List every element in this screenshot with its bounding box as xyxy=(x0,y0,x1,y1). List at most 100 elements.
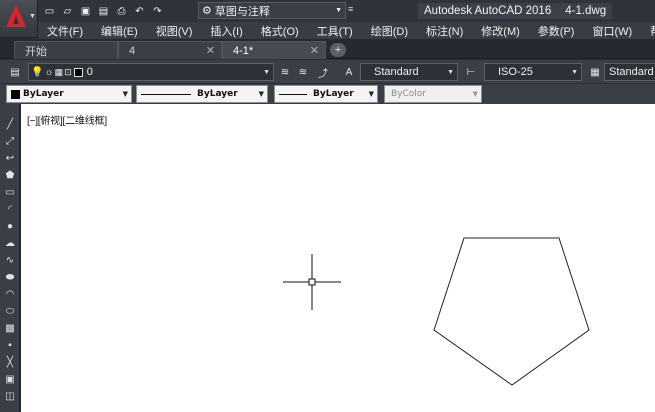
ellipse-arc-icon[interactable]: ◠ xyxy=(3,288,17,301)
menu-dimension[interactable]: 标注(N) xyxy=(417,23,472,39)
text-style-icon[interactable]: A xyxy=(342,65,356,79)
table-style-selector[interactable]: Standard xyxy=(604,63,655,81)
revision-cloud-icon[interactable]: ☁ xyxy=(3,237,17,250)
sun-icon: ☼ xyxy=(44,66,54,78)
tab-label: 4-1* xyxy=(233,44,254,57)
layer-selector[interactable]: 💡 ☼ ▦ ⊡ 0 ▼ xyxy=(28,63,274,81)
line-icon[interactable]: ╱ xyxy=(3,118,17,131)
workspace-label: 草图与注释 xyxy=(214,5,270,18)
chevron-down-icon: ▼ xyxy=(472,90,478,98)
save-icon[interactable]: ▣ xyxy=(78,4,93,19)
match-layer-icon[interactable]: ≋ xyxy=(296,65,310,79)
menu-parametric[interactable]: 参数(P) xyxy=(529,23,584,39)
make-block-icon[interactable]: ▩ xyxy=(3,322,17,335)
point-icon[interactable]: ▪ xyxy=(3,339,17,352)
layer-properties-icon[interactable]: ▤ xyxy=(8,65,22,79)
close-icon[interactable]: ✕ xyxy=(206,44,215,57)
circle-icon[interactable]: ● xyxy=(3,220,17,233)
drawing-canvas[interactable]: [−][俯视][二维线框] xyxy=(21,104,655,412)
menu-window[interactable]: 窗口(W) xyxy=(583,23,641,39)
title-bar: ▼ ▭ ▱ ▣ ▤ ⎙ ↶ ↷ ⚙ 草图与注释 ▼ ≡ Autodesk Aut… xyxy=(0,0,655,38)
file-tab-bar: 开始 4 ✕ 4-1* ✕ + xyxy=(0,39,655,59)
plotstyle-selector: ByColor ▼ xyxy=(384,85,482,103)
customize-qat-icon[interactable]: ≡ xyxy=(348,4,358,18)
application-menu-button[interactable]: ▼ xyxy=(0,0,38,38)
window-title: Autodesk AutoCAD 2016 4-1.dwg xyxy=(418,3,613,19)
new-icon[interactable]: ▭ xyxy=(42,4,57,19)
undo-icon[interactable]: ↶ xyxy=(132,4,147,19)
text-style-value: Standard xyxy=(374,66,419,78)
close-icon[interactable]: ✕ xyxy=(310,44,319,57)
color-selector[interactable]: ByLayer ▼ xyxy=(6,85,132,103)
menu-format[interactable]: 格式(O) xyxy=(252,23,308,39)
dim-style-value: ISO-25 xyxy=(498,66,533,78)
make-current-icon[interactable]: ≋ xyxy=(278,65,292,79)
chevron-down-icon: ▼ xyxy=(29,13,36,20)
dimension-style-selector[interactable]: ISO-25 ▼ xyxy=(484,63,582,81)
lineweight-selector[interactable]: ByLayer ▼ xyxy=(274,85,378,103)
text-style-selector[interactable]: Standard ▼ xyxy=(360,63,458,81)
lock-icon: ⊡ xyxy=(64,66,72,77)
menu-draw[interactable]: 绘图(D) xyxy=(362,23,417,39)
quick-access-toolbar: ▭ ▱ ▣ ▤ ⎙ ↶ ↷ xyxy=(42,3,165,19)
properties-toolbar: ByLayer ▼ ByLayer ▼ ByLayer ▼ ByColor ▼ xyxy=(0,84,655,104)
lineweight-sample xyxy=(279,93,307,95)
open-icon[interactable]: ▱ xyxy=(60,4,75,19)
construction-line-icon[interactable]: ⤢ xyxy=(3,135,17,148)
menu-edit[interactable]: 编辑(E) xyxy=(92,23,147,39)
chevron-down-icon: ▼ xyxy=(368,90,374,98)
redo-icon[interactable]: ↷ xyxy=(150,4,165,19)
print-icon[interactable]: ⎙ xyxy=(114,4,129,19)
chevron-down-icon: ▼ xyxy=(335,7,342,14)
color-value: ByLayer xyxy=(23,89,64,99)
tab-drawing-4-1[interactable]: 4-1* ✕ xyxy=(222,41,326,59)
previous-layer-icon[interactable]: ⤴ xyxy=(316,65,330,80)
ellipse-icon[interactable]: ⬬ xyxy=(3,271,17,284)
gradient-icon[interactable]: ▣ xyxy=(3,373,17,386)
layers-toolbar: ▤ 💡 ☼ ▦ ⊡ 0 ▼ ≋ ≋ ⤴ A Standard ▼ ⊢ ISO-2… xyxy=(0,60,655,84)
new-tab-button[interactable]: + xyxy=(330,43,346,57)
crosshair-cursor xyxy=(283,254,341,310)
draw-toolbar: ╱ ⤢ ↩ ⬟ ▭ ◜ ● ☁ ∿ ⬬ ◠ ⬭ ▩ ▪ ╳ ▣ ◫ xyxy=(0,104,20,412)
menu-file[interactable]: 文件(F) xyxy=(38,23,92,39)
hatch-icon[interactable]: ╳ xyxy=(3,356,17,369)
app-title: Autodesk AutoCAD 2016 xyxy=(424,5,552,17)
file-name: 4-1.dwg xyxy=(565,5,607,17)
menu-modify[interactable]: 修改(M) xyxy=(472,23,529,39)
tab-label: 4 xyxy=(129,44,136,57)
workspace-selector[interactable]: ⚙ 草图与注释 ▼ xyxy=(198,2,346,19)
lightbulb-icon: 💡 xyxy=(31,66,44,78)
dimension-style-icon[interactable]: ⊢ xyxy=(464,65,478,79)
linetype-value: ByLayer xyxy=(197,89,238,99)
menu-view[interactable]: 视图(V) xyxy=(147,23,202,39)
chevron-down-icon: ▼ xyxy=(263,68,270,76)
model-space xyxy=(283,237,590,386)
pentagon-shape[interactable] xyxy=(433,237,590,386)
color-swatch xyxy=(11,89,20,99)
chevron-down-icon: ▼ xyxy=(258,90,264,98)
plot-icon: ▦ xyxy=(54,66,64,77)
menu-bar: 文件(F) 编辑(E) 视图(V) 插入(I) 格式(O) 工具(T) 绘图(D… xyxy=(38,22,655,39)
current-layer: 0 xyxy=(86,66,93,78)
chevron-down-icon: ▼ xyxy=(571,68,578,76)
polygon-icon[interactable]: ⬟ xyxy=(3,169,17,182)
linetype-sample xyxy=(141,93,191,95)
menu-insert[interactable]: 插入(I) xyxy=(201,23,251,39)
table-style-icon[interactable]: ▦ xyxy=(588,65,602,79)
chevron-down-icon: ▼ xyxy=(122,90,128,98)
layer-color-swatch xyxy=(73,67,83,77)
tab-start[interactable]: 开始 xyxy=(14,41,118,59)
polyline-icon[interactable]: ↩ xyxy=(3,152,17,165)
plotstyle-value: ByColor xyxy=(391,89,426,99)
insert-block-icon[interactable]: ⬭ xyxy=(3,305,17,318)
spline-icon[interactable]: ∿ xyxy=(3,254,17,267)
arc-icon[interactable]: ◜ xyxy=(3,203,17,216)
tab-drawing-4[interactable]: 4 ✕ xyxy=(118,41,222,59)
tab-label: 开始 xyxy=(25,45,47,58)
save-as-icon[interactable]: ▤ xyxy=(96,4,111,19)
linetype-selector[interactable]: ByLayer ▼ xyxy=(136,85,268,103)
region-icon[interactable]: ◫ xyxy=(3,390,17,403)
menu-help[interactable]: 帮助( xyxy=(641,23,655,39)
menu-tools[interactable]: 工具(T) xyxy=(308,23,362,39)
rectangle-icon[interactable]: ▭ xyxy=(3,186,17,199)
